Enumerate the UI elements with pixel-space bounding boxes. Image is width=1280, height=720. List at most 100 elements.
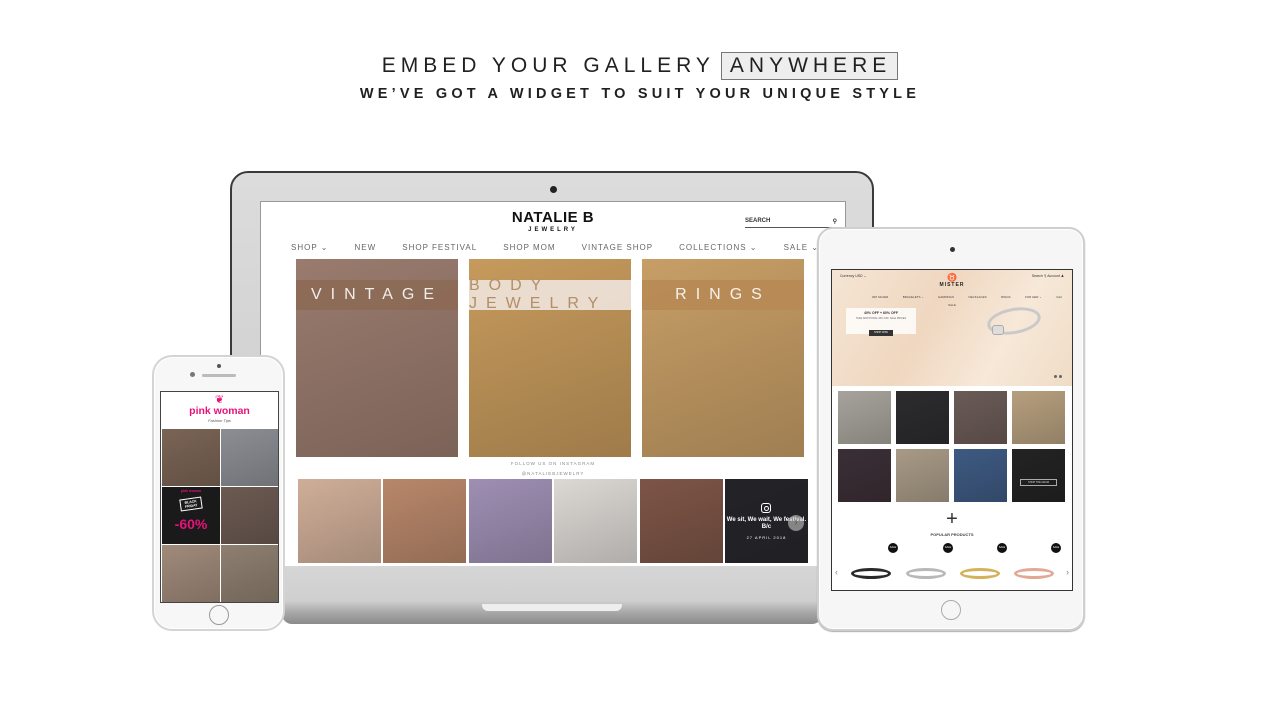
popular-products-heading: POPULAR PRODUCTS — [930, 532, 974, 537]
nav-item-collections[interactable]: COLLECTIONS ⌄ — [679, 243, 757, 252]
slider-dots[interactable] — [1054, 375, 1062, 378]
product-card[interactable]: SALE — [955, 543, 1007, 583]
sale-badge: SALE — [943, 543, 953, 553]
butterfly-icon: ❦ — [214, 394, 225, 406]
gallery-tile[interactable] — [554, 479, 638, 563]
gallery-tile-shop-gram[interactable]: SHOP THE GRAM — [1012, 449, 1065, 502]
gallery-tile[interactable] — [221, 487, 278, 544]
popular-products-carousel: ‹ SALE SALE SALE SALE › — [832, 543, 1072, 585]
phone-speaker — [202, 374, 236, 377]
plus-icon[interactable]: + — [832, 509, 1072, 529]
phone-sensor — [217, 364, 221, 368]
instagram-icon — [761, 503, 772, 513]
promo-subtitle: TAKE ADDITIONAL 40% OFF SALE PRICES — [855, 317, 907, 320]
gallery-tile[interactable] — [954, 391, 1007, 444]
sale-badge: SALE — [888, 543, 898, 553]
nav-item-shop-festival[interactable]: SHOP FESTIVAL — [402, 243, 477, 252]
chevron-right-icon[interactable]: › — [1066, 567, 1069, 577]
nav-item[interactable]: RINGS — [1001, 295, 1011, 299]
pinkwoman-tagline: Fashion Tips — [208, 418, 231, 423]
gallery-tile[interactable] — [221, 429, 278, 486]
chevron-left-icon[interactable]: ‹ — [835, 567, 838, 577]
bangle-image — [1014, 568, 1054, 579]
phone-camera — [190, 372, 195, 377]
gallery-tile[interactable] — [162, 545, 220, 602]
natalie-search-label: SEARCH — [745, 218, 771, 224]
phone-screen: ❦ pink woman Fashion Tips pink woman BLA… — [160, 391, 279, 603]
mister-nav: 925 SILVER BRACELETS ⌄ EARRINGS NECKLACE… — [872, 295, 1062, 299]
hero-title-prefix: EMBED YOUR GALLERY — [381, 54, 715, 77]
laptop-screen: NATALIE B JEWELRY SEARCH ⚲ SHOP ⌄ NEW SH… — [260, 201, 846, 567]
ring-stone — [992, 325, 1004, 335]
nav-item-new[interactable]: NEW — [355, 243, 377, 252]
shop-the-gram-button[interactable]: SHOP THE GRAM — [1020, 479, 1057, 486]
nav-item[interactable]: NECKLACES — [968, 295, 986, 299]
nav-item-sale[interactable]: SALE ⌄ — [784, 243, 819, 252]
nav-item-shop-mom[interactable]: SHOP MOM — [503, 243, 555, 252]
natalie-header: NATALIE B JEWELRY SEARCH ⚲ — [261, 202, 845, 242]
gallery-tile[interactable] — [639, 479, 723, 563]
nav-item[interactable]: EARRINGS — [938, 295, 954, 299]
hero-title-highlight: ANYWHERE — [720, 52, 899, 80]
product-card[interactable]: SALE — [1009, 543, 1061, 583]
mister-gallery-grid: SHOP THE GRAM — [832, 386, 1072, 502]
gallery-tile[interactable] — [954, 449, 1007, 502]
hero-heading: EMBED YOUR GALLERY ANYWHERE WE’VE GOT A … — [0, 52, 1280, 102]
phone-home-button — [209, 605, 229, 625]
tablet-camera — [950, 247, 955, 252]
nav-item[interactable]: FOR HER ⌄ — [1025, 295, 1042, 299]
gallery-tile[interactable] — [298, 479, 381, 563]
sale-badge: SALE — [997, 543, 1007, 553]
nav-item-vintage-shop[interactable]: VINTAGE SHOP — [582, 243, 653, 252]
gallery-tile[interactable] — [838, 449, 891, 502]
natalie-nav: SHOP ⌄ NEW SHOP FESTIVAL SHOP MOM VINTAG… — [261, 243, 845, 252]
promo-box: 40% OFF + 60% OFF TAKE ADDITIONAL 40% OF… — [846, 308, 916, 336]
category-body-jewelry[interactable]: BODY JEWELRY — [469, 259, 631, 457]
instagram-handle[interactable]: @NATALIEBJEWELRY — [261, 471, 845, 476]
tablet-device: Currency USD ⌄ Search ⚲ Account ♟ ♉ MIST… — [817, 227, 1085, 631]
pinkwoman-header: ❦ pink woman Fashion Tips — [161, 392, 278, 429]
search-icon[interactable]: ⚲ — [833, 218, 837, 225]
mister-logo-icon: ♉ — [947, 273, 957, 282]
gallery-tile[interactable] — [468, 479, 552, 563]
nav-item-sale[interactable]: SALE — [832, 303, 1072, 307]
gallery-tile[interactable] — [896, 449, 949, 502]
category-label: BODY JEWELRY — [469, 277, 631, 312]
category-rings[interactable]: RINGS — [642, 259, 804, 457]
post-date: 27 APRIL 2018 — [746, 535, 787, 540]
cart-link[interactable]: Cart — [1056, 295, 1062, 299]
mister-logo[interactable]: MISTER — [832, 282, 1072, 288]
nav-item[interactable]: 925 SILVER — [872, 295, 888, 299]
promo-badge: BLACK FRIDAY — [179, 496, 203, 512]
gallery-tile[interactable] — [838, 391, 891, 444]
gallery-tile[interactable] — [1012, 391, 1065, 444]
gallery-tile[interactable] — [896, 391, 949, 444]
laptop-device: NATALIE B JEWELRY SEARCH ⚲ SHOP ⌄ NEW SH… — [230, 171, 874, 626]
gallery-tile[interactable] — [162, 429, 220, 486]
hero-subtitle: WE’VE GOT A WIDGET TO SUIT YOUR UNIQUE S… — [359, 86, 921, 102]
chevron-right-icon[interactable]: › — [787, 515, 804, 531]
tablet-home-button — [941, 600, 961, 620]
promo-title: 40% OFF + 60% OFF — [864, 311, 898, 315]
nav-item-shop[interactable]: SHOP ⌄ — [291, 243, 328, 252]
bangle-image — [960, 568, 1000, 579]
hero-title: EMBED YOUR GALLERY ANYWHERE — [382, 52, 899, 80]
laptop-notch — [482, 604, 622, 611]
gallery-tile[interactable] — [383, 479, 467, 563]
gallery-tile-hover[interactable]: We sit, We wait, We festival. B/c 27 APR… — [724, 479, 808, 563]
product-card[interactable]: SALE — [846, 543, 898, 583]
bangle-image — [851, 568, 891, 579]
nav-item[interactable]: BRACELETS ⌄ — [903, 295, 924, 299]
bangle-image — [906, 568, 946, 579]
gallery-tile-promo[interactable]: pink woman BLACK FRIDAY -60% — [162, 487, 220, 544]
phone-gallery-grid: pink woman BLACK FRIDAY -60% — [161, 429, 278, 602]
promo-brand: pink woman — [180, 489, 202, 493]
laptop-base — [282, 566, 822, 624]
shop-now-button[interactable]: SHOP NOW — [869, 329, 893, 336]
sale-badge: SALE — [1051, 543, 1061, 553]
pinkwoman-logo[interactable]: pink woman — [161, 406, 278, 417]
natalie-search-input[interactable]: SEARCH ⚲ — [745, 218, 837, 228]
product-card[interactable]: SALE — [901, 543, 953, 583]
category-vintage[interactable]: VINTAGE — [296, 259, 458, 457]
gallery-tile[interactable] — [221, 545, 278, 602]
